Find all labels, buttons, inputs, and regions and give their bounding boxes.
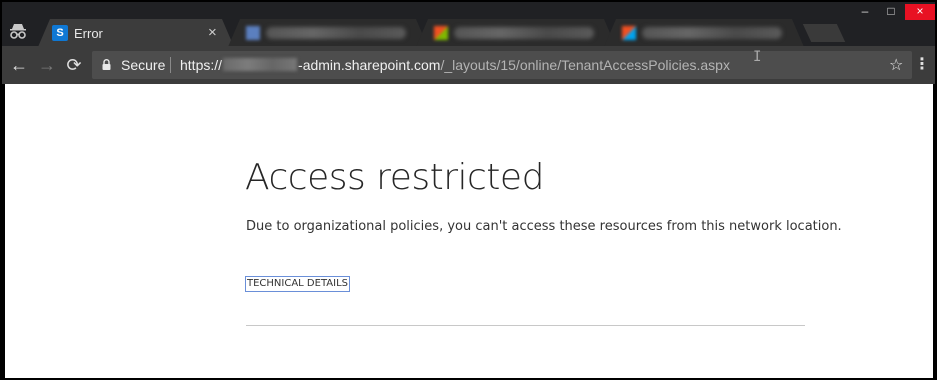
blurred-favicon-icon: [622, 26, 636, 40]
blurred-favicon-icon: [246, 26, 260, 40]
menu-icon[interactable]: ⋮: [914, 55, 930, 75]
tab-title: Error: [74, 26, 103, 41]
url-prefix: https://: [180, 57, 223, 73]
technical-details-link[interactable]: TECHNICAL DETAILS: [245, 276, 350, 292]
address-divider: [170, 57, 171, 73]
blurred-favicon-icon: [434, 26, 448, 40]
restriction-message: Due to organizational policies, you can'…: [246, 219, 842, 234]
tab-strip: S Error × – □ ×: [2, 2, 935, 46]
browser-toolbar: ← → ⟳ Secure https:// -admin.sharepoint.c…: [2, 46, 935, 84]
close-tab-icon[interactable]: ×: [208, 24, 217, 41]
blurred-tab-title: [266, 27, 406, 39]
maximize-button[interactable]: □: [879, 4, 903, 20]
tab-error[interactable]: S Error ×: [38, 19, 234, 46]
blurred-tab-title: [642, 27, 782, 39]
url-host: -admin.sharepoint.com: [298, 57, 441, 73]
tab-blurred-2[interactable]: [416, 19, 616, 46]
bookmark-star-icon[interactable]: ☆: [889, 55, 903, 75]
close-window-button[interactable]: ×: [905, 4, 935, 20]
blurred-tab-title: [454, 27, 594, 39]
sharepoint-icon: S: [52, 25, 68, 41]
divider: [246, 325, 805, 326]
tab-blurred-3[interactable]: [604, 19, 804, 46]
url-text[interactable]: https:// -admin.sharepoint.com/_layouts/1…: [180, 57, 730, 73]
back-button[interactable]: ←: [8, 54, 30, 76]
text-cursor-icon: I: [753, 49, 762, 65]
tab-blurred-1[interactable]: [228, 19, 428, 46]
minimize-button[interactable]: –: [853, 4, 877, 20]
forward-button[interactable]: →: [36, 54, 58, 76]
redacted-tenant: [223, 58, 298, 71]
new-tab-button[interactable]: [802, 24, 846, 42]
lock-icon: [102, 59, 111, 70]
address-bar[interactable]: Secure https:// -admin.sharepoint.com/_la…: [92, 51, 912, 79]
incognito-icon: [10, 24, 26, 39]
page-content: Access restricted Due to organizational …: [5, 84, 933, 378]
security-label[interactable]: Secure: [121, 57, 165, 73]
reload-button[interactable]: ⟳: [63, 54, 85, 76]
page-title: Access restricted: [245, 157, 544, 198]
url-path: /_layouts/15/online/TenantAccessPolicies…: [440, 57, 730, 73]
browser-window: S Error × – □ × ← → ⟳ Secure https:// -a…: [0, 0, 937, 380]
